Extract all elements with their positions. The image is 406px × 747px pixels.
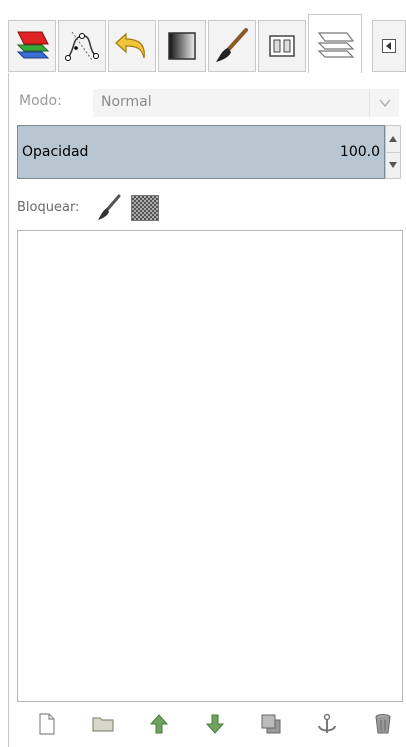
arrow-down-small-icon: [389, 162, 397, 168]
mode-row: Modo: Normal: [19, 89, 399, 117]
duplicate-layer-button[interactable]: [251, 705, 291, 743]
opacity-spinner: [385, 125, 401, 179]
opacity-slider[interactable]: Opacidad 100.0: [17, 125, 385, 179]
anchor-layer-button[interactable]: [307, 705, 347, 743]
opacity-decrement-button[interactable]: [386, 152, 400, 178]
layer-list[interactable]: [17, 230, 403, 702]
opacity-increment-button[interactable]: [386, 126, 400, 153]
tab-layers[interactable]: [308, 14, 362, 74]
folder-icon: [92, 717, 114, 732]
mode-select[interactable]: Normal: [93, 89, 399, 117]
tab-device-status[interactable]: [258, 20, 306, 72]
undo-icon: [115, 32, 145, 59]
tab-gradients[interactable]: [158, 20, 206, 72]
lock-label: Bloquear:: [17, 200, 80, 215]
duplicate-icon: [261, 714, 281, 734]
opacity-value: 100.0: [339, 144, 380, 160]
new-layer-button[interactable]: [27, 705, 67, 743]
tab-undo-history[interactable]: [108, 20, 156, 72]
tab-brushes[interactable]: [208, 20, 256, 72]
layers-stack-icon: [16, 31, 50, 59]
delete-layer-button[interactable]: [363, 705, 403, 743]
layer-actions-bar: [17, 705, 403, 745]
arrow-down-icon: [205, 714, 225, 734]
new-layer-group-button[interactable]: [83, 705, 123, 743]
arrow-up-small-icon: [389, 136, 397, 142]
gradient-icon: [168, 32, 196, 60]
chevron-down-icon: [378, 99, 391, 108]
paintbrush-icon: [98, 194, 121, 220]
menu-left-icon: [382, 39, 396, 53]
tab-paths[interactable]: [58, 20, 106, 72]
device-status-icon: [269, 35, 295, 57]
raise-layer-button[interactable]: [139, 705, 179, 743]
mode-dropdown-button[interactable]: [369, 89, 399, 117]
paintbrush-icon: [216, 28, 248, 62]
lock-alpha-toggle[interactable]: [131, 195, 159, 221]
mode-value: Normal: [101, 94, 152, 110]
lock-pixels-toggle[interactable]: [95, 193, 123, 223]
new-document-icon: [39, 713, 55, 735]
mode-label: Modo:: [19, 93, 62, 109]
tab-channels[interactable]: [8, 20, 56, 72]
lower-layer-button[interactable]: [195, 705, 235, 743]
layers-icon: [317, 31, 355, 58]
arrow-up-icon: [149, 714, 169, 734]
paths-icon: [65, 31, 99, 61]
layers-panel: Modo: Normal Opacidad 100.0 Bloquear:: [8, 73, 406, 747]
anchor-icon: [318, 713, 336, 733]
dock-tab-bar: [8, 14, 406, 74]
opacity-label: Opacidad: [22, 144, 89, 160]
lock-row: Bloquear:: [17, 193, 217, 223]
tab-scroll-button[interactable]: [372, 20, 406, 72]
trash-icon: [375, 714, 391, 734]
